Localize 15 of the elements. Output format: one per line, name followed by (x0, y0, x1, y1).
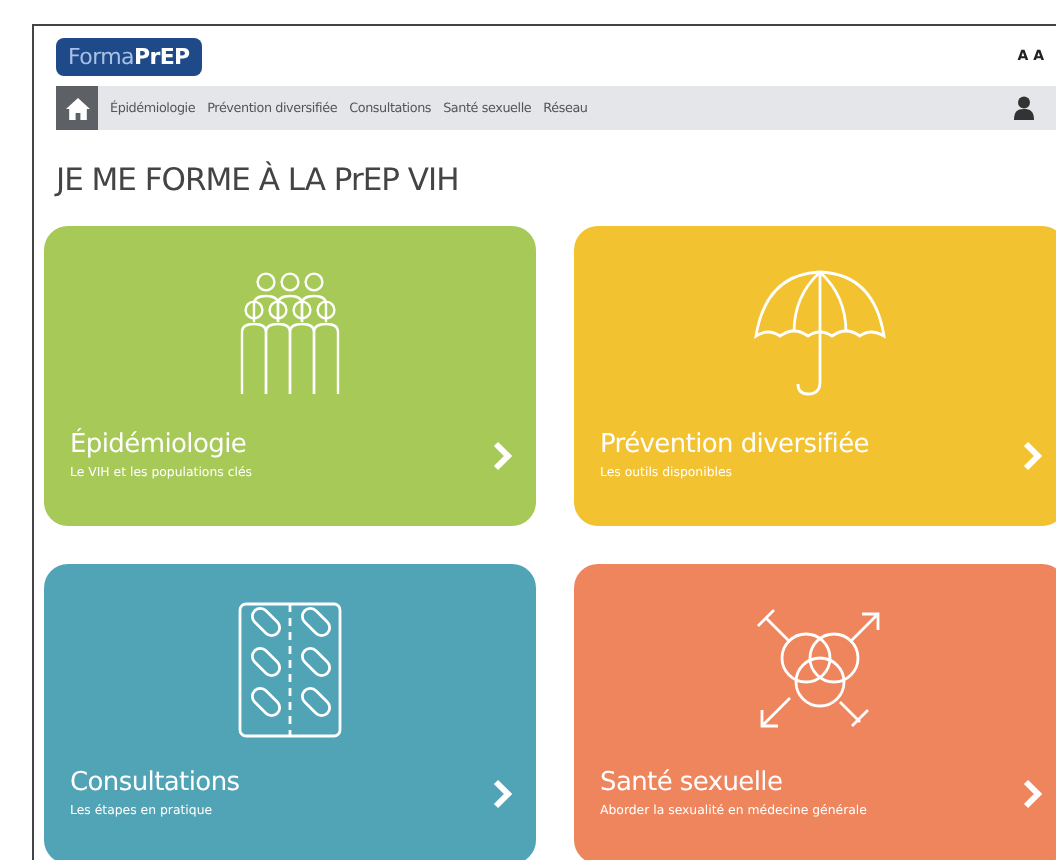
chevron-right-icon (1022, 777, 1042, 809)
chevron-right-icon (492, 777, 512, 809)
home-icon (65, 97, 89, 119)
umbrella-icon (750, 266, 890, 398)
page-title: JE ME FORME À LA PrEP VIH (56, 159, 461, 202)
card-title: Épidémiologie (70, 430, 249, 460)
home-button[interactable] (56, 86, 98, 130)
pill-pack-icon (238, 602, 342, 738)
card-title: Santé sexuelle (600, 768, 785, 798)
card-title: Consultations (70, 768, 242, 798)
user-icon[interactable] (1014, 96, 1034, 120)
site-logo[interactable]: FormaPrEP (56, 37, 202, 75)
card-title: Prévention diversifiée (600, 430, 872, 460)
chevron-right-icon (492, 439, 512, 471)
chevron-right-icon (1022, 439, 1042, 471)
